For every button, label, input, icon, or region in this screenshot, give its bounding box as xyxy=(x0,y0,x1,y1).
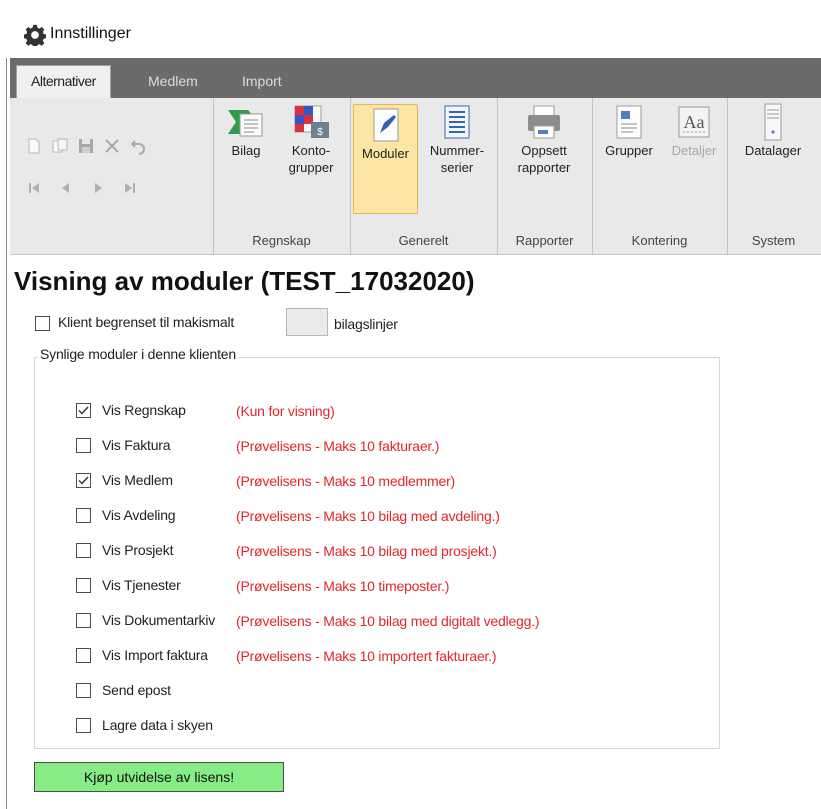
konto-grupper-label-line2: grupper xyxy=(288,160,334,175)
gear-icon xyxy=(24,24,46,46)
datalager-button[interactable]: Datalager xyxy=(733,102,813,159)
module-checkbox-send-epost[interactable] xyxy=(76,683,91,698)
page-title: Visning av moduler (TEST_17032020) xyxy=(14,266,475,296)
ribbon-group-generelt: Moduler Nummer- serier Generelt xyxy=(350,98,498,254)
module-note-import-faktura: (Prøvelisens - Maks 10 importert faktura… xyxy=(236,648,497,664)
bilag-icon xyxy=(228,110,263,137)
nummerserier-label: Nummer- xyxy=(429,143,485,158)
bilag-label: Bilag xyxy=(231,143,261,158)
module-checkbox-dokumentarkiv[interactable] xyxy=(76,613,91,628)
module-checkbox-avdeling[interactable] xyxy=(76,508,91,523)
module-label-send-epost: Send epost xyxy=(102,682,171,698)
module-label-tjenester: Vis Tjenester xyxy=(102,577,181,593)
limit-suffix: bilagslinjer xyxy=(334,316,398,332)
tab-medlem[interactable]: Medlem xyxy=(134,66,212,98)
nummerserier-label-line2: serier xyxy=(440,160,474,175)
moduler-icon xyxy=(373,108,398,142)
module-note-medlem: (Prøvelisens - Maks 10 medlemmer) xyxy=(236,473,455,489)
ribbon-group-regnskap: Bilag $ Konto- grupper Regnskap xyxy=(213,98,351,254)
moduler-label: Moduler xyxy=(362,146,409,161)
module-label-prosjekt: Vis Prosjekt xyxy=(102,542,174,558)
title-bar: Innstillinger xyxy=(0,0,821,58)
konto-grupper-label: Konto- xyxy=(291,143,331,158)
module-checkbox-prosjekt[interactable] xyxy=(76,543,91,558)
ribbon-group-rapporter: Oppsett rapporter Rapporter xyxy=(497,98,593,254)
last-icon[interactable] xyxy=(120,178,140,198)
ribbon-group-label-rapporter: Rapporter xyxy=(515,233,574,248)
konto-grupper-button[interactable]: $ Konto- grupper xyxy=(277,102,345,176)
first-icon[interactable] xyxy=(24,178,44,198)
account-groups-icon: $ xyxy=(294,105,329,138)
delete-icon[interactable] xyxy=(102,136,122,156)
module-label-medlem: Vis Medlem xyxy=(102,472,173,488)
moduler-button[interactable]: Moduler xyxy=(353,104,418,214)
save-icon[interactable] xyxy=(76,136,96,156)
grupper-icon xyxy=(616,105,642,139)
module-label-regnskap: Vis Regnskap xyxy=(102,402,186,418)
ribbon-group-label-regnskap: Regnskap xyxy=(252,233,311,248)
module-note-faktura: (Prøvelisens - Maks 10 fakturaer.) xyxy=(236,438,440,454)
svg-text:Aa: Aa xyxy=(684,112,705,132)
module-checkbox-lagre-data[interactable] xyxy=(76,718,91,733)
checkmark-icon xyxy=(78,476,89,485)
module-checkbox-medlem[interactable] xyxy=(76,473,91,488)
limit-label: Klient begrenset til makismalt xyxy=(58,314,235,330)
module-note-tjenester: (Prøvelisens - Maks 10 timeposter.) xyxy=(236,578,450,594)
module-label-avdeling: Vis Avdeling xyxy=(102,507,176,523)
bilag-button[interactable]: Bilag xyxy=(217,102,275,159)
module-checkbox-tjenester[interactable] xyxy=(76,578,91,593)
detaljer-button[interactable]: Aa Detaljer xyxy=(664,102,724,159)
detaljer-label: Detaljer xyxy=(671,143,717,158)
oppsett-rapporter-label-line2: rapporter xyxy=(517,160,571,175)
module-checkbox-import-faktura[interactable] xyxy=(76,648,91,663)
quick-actions-group xyxy=(10,98,214,254)
grupper-button[interactable]: Grupper xyxy=(596,102,662,159)
ribbon-group-label-generelt: Generelt xyxy=(398,233,449,248)
oppsett-rapporter-button[interactable]: Oppsett rapporter xyxy=(503,102,585,176)
font-details-icon: Aa xyxy=(678,106,710,138)
tab-import[interactable]: Import xyxy=(228,66,296,98)
grupper-label: Grupper xyxy=(605,143,653,158)
visible-modules-legend: Synlige moduler i denne klienten xyxy=(38,346,238,362)
ribbon-group-system: Datalager System xyxy=(727,98,820,254)
module-label-import-faktura: Vis Import faktura xyxy=(102,647,208,663)
module-label-dokumentarkiv: Vis Dokumentarkiv xyxy=(102,612,216,628)
tab-alternativer[interactable]: Alternativer xyxy=(16,65,111,99)
window-left-border xyxy=(6,0,7,809)
checkmark-icon xyxy=(78,406,89,415)
number-series-icon xyxy=(444,105,470,139)
printer-icon xyxy=(528,105,560,139)
new-icon[interactable] xyxy=(24,136,44,156)
max-voucher-lines-input[interactable] xyxy=(286,308,328,336)
nummerserier-button[interactable]: Nummer- serier xyxy=(420,102,494,176)
limit-checkbox[interactable] xyxy=(35,316,50,331)
ribbon-group-kontering: Grupper Aa Detaljer Kontering xyxy=(592,98,728,254)
module-note-avdeling: (Prøvelisens - Maks 10 bilag med avdelin… xyxy=(236,508,500,524)
window-title: Innstillinger xyxy=(50,25,131,42)
module-note-regnskap: (Kun for visning) xyxy=(236,403,335,419)
module-label-lagre-data: Lagre data i skyen xyxy=(102,717,213,733)
ribbon-group-label-system: System xyxy=(751,233,796,248)
ribbon-tab-strip: Alternativer Medlem Import xyxy=(10,58,821,99)
module-checkbox-regnskap[interactable] xyxy=(76,403,91,418)
oppsett-rapporter-label: Oppsett xyxy=(521,143,567,158)
next-icon[interactable] xyxy=(88,178,108,198)
copy-icon[interactable] xyxy=(50,136,70,156)
svg-text:$: $ xyxy=(317,127,323,138)
buy-license-extension-button[interactable]: Kjøp utvidelse av lisens! xyxy=(34,762,284,792)
module-label-faktura: Vis Faktura xyxy=(102,437,171,453)
module-checkbox-faktura[interactable] xyxy=(76,438,91,453)
ribbon: Bilag $ Konto- grupper Regnskap Moduler xyxy=(10,98,821,255)
server-icon xyxy=(764,103,782,141)
module-note-dokumentarkiv: (Prøvelisens - Maks 10 bilag med digital… xyxy=(236,613,540,629)
undo-icon[interactable] xyxy=(128,136,148,156)
ribbon-group-label-kontering: Kontering xyxy=(631,233,688,248)
previous-icon[interactable] xyxy=(56,178,76,198)
module-note-prosjekt: (Prøvelisens - Maks 10 bilag med prosjek… xyxy=(236,543,497,559)
datalager-label: Datalager xyxy=(744,143,802,158)
